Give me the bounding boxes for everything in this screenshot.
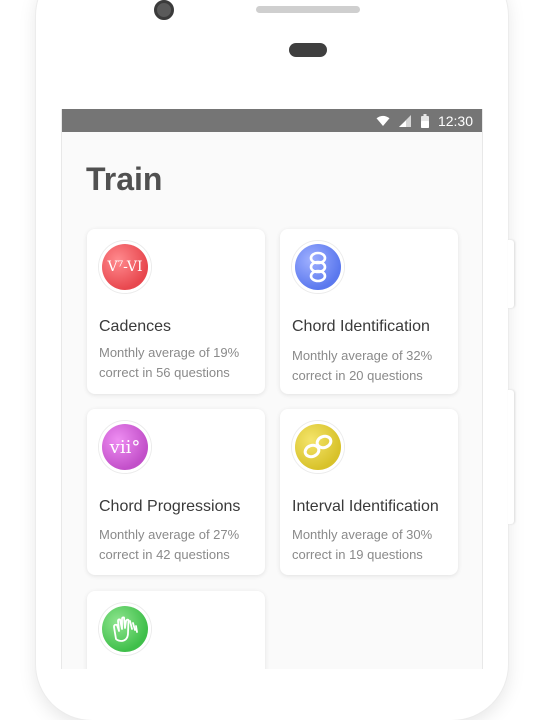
progression-icon: vii° — [99, 421, 151, 473]
proximity-sensor — [289, 43, 327, 57]
training-card-chord-progressions[interactable]: vii° Chord Progressions Monthly average … — [87, 409, 265, 575]
training-card-rhythm[interactable] — [87, 591, 265, 669]
signal-icon — [398, 114, 412, 127]
chord-stack-icon — [292, 241, 344, 293]
training-card-cadences[interactable]: V⁷-VI Cadences Monthly average of 19% co… — [87, 229, 265, 394]
stacked-notes-icon — [309, 251, 327, 283]
card-title: Cadences — [99, 318, 172, 335]
card-description: Monthly average of 32% correct in 20 que… — [292, 348, 433, 383]
status-time: 12:30 — [437, 112, 473, 129]
interval-notes-icon — [292, 421, 344, 473]
badge-label: V⁷-VI — [107, 259, 143, 275]
card-title: Chord Progressions — [99, 498, 241, 515]
two-notes-icon — [303, 434, 333, 459]
hands-icon — [113, 616, 138, 642]
power-button — [508, 390, 514, 524]
wifi-icon — [376, 115, 390, 127]
badge-label: vii° — [109, 436, 141, 458]
earpiece-speaker — [256, 6, 360, 13]
training-card-interval-identification[interactable]: Interval Identification Monthly average … — [280, 409, 458, 575]
training-card-chord-identification[interactable]: Chord Identification Monthly average of … — [280, 229, 458, 394]
card-description: Monthly average of 27% correct in 42 que… — [99, 527, 240, 562]
card-title: Interval Identification — [292, 498, 439, 515]
status-bar: 12:30 — [62, 109, 482, 132]
clapping-hands-icon — [99, 603, 151, 655]
page-title: Train — [86, 161, 163, 197]
card-title: Chord Identification — [292, 318, 430, 335]
battery-icon — [420, 113, 429, 128]
cadence-icon: V⁷-VI — [99, 241, 151, 293]
card-description: Monthly average of 19% correct in 56 que… — [99, 345, 240, 380]
card-description: Monthly average of 30% correct in 19 que… — [292, 527, 433, 562]
app-screen: 12:30 Train V⁷-VI Cadences Monthly avera… — [61, 109, 483, 669]
front-camera — [154, 0, 174, 20]
volume-button — [508, 240, 514, 308]
